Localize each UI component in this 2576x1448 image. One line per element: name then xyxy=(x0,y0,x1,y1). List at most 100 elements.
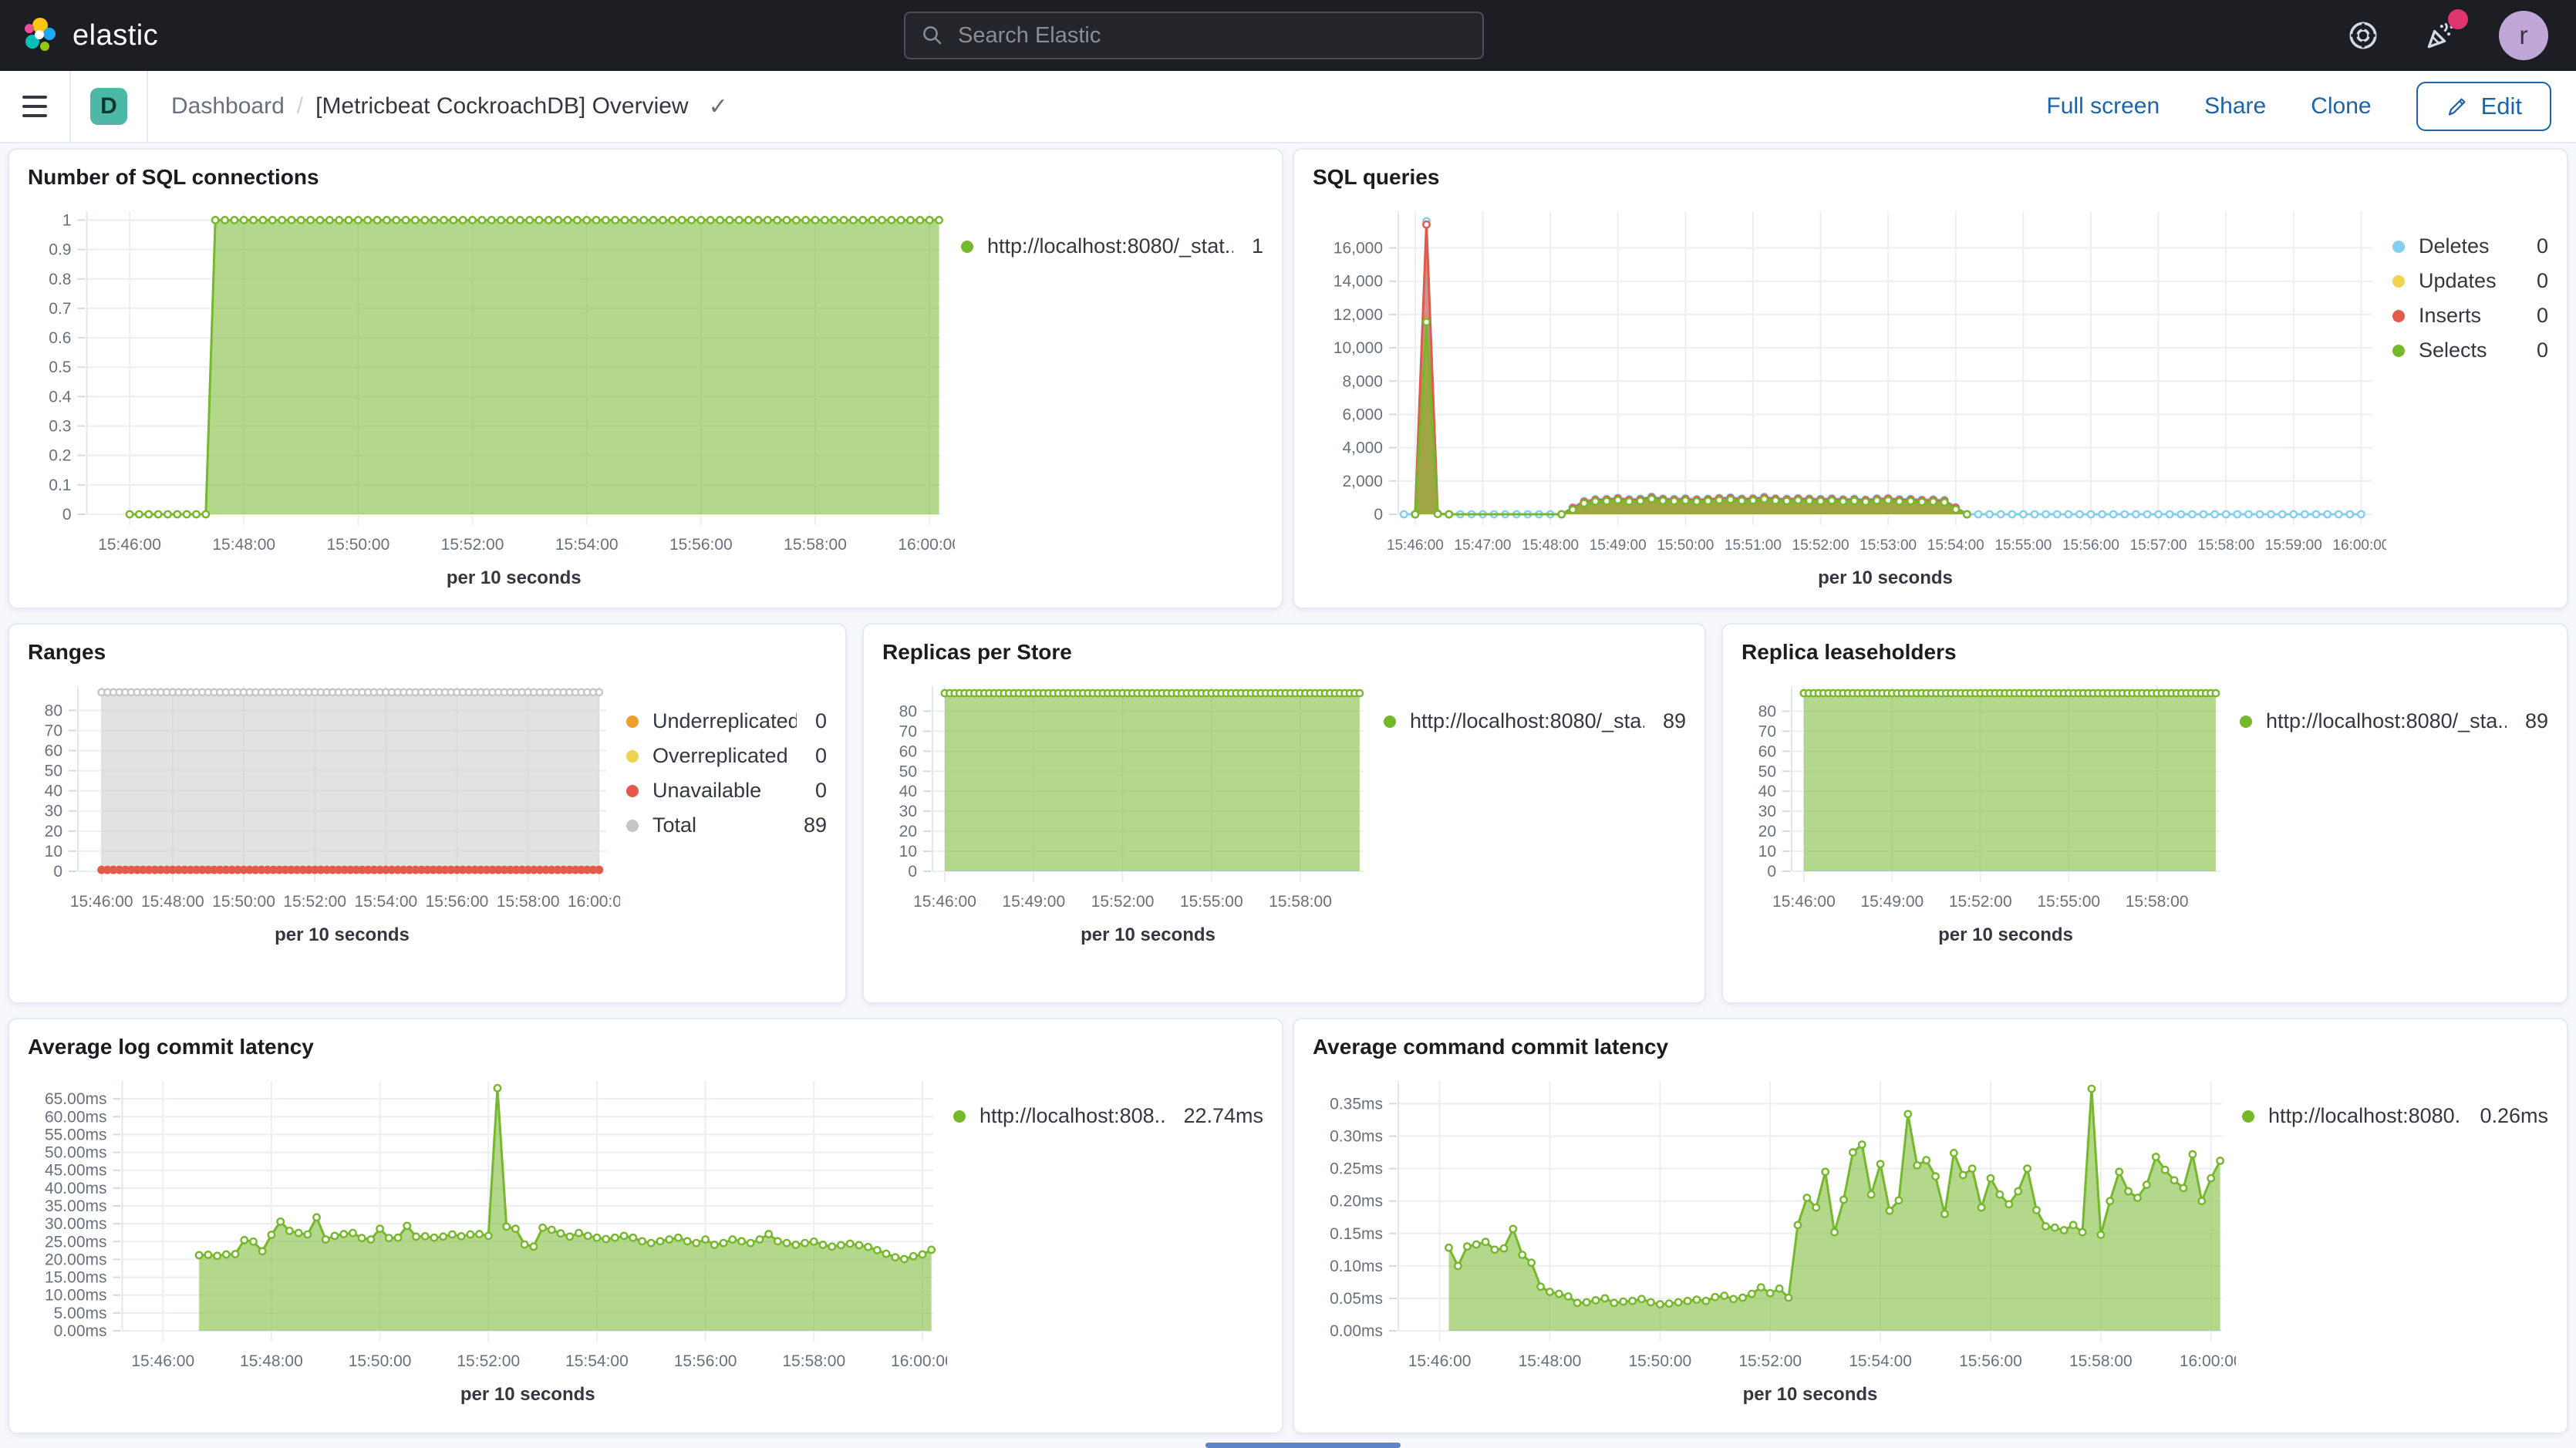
chart-log-commit-latency: 0.00ms5.00ms10.00ms15.00ms20.00ms25.00ms… xyxy=(28,1069,947,1405)
brand-wordmark: elastic xyxy=(72,19,158,52)
legend-item[interactable]: Selects0 xyxy=(2392,338,2548,362)
space-selector[interactable]: D xyxy=(71,70,148,143)
legend-item[interactable]: Deletes0 xyxy=(2392,234,2548,258)
series-color-dot xyxy=(626,820,639,832)
svg-text:20: 20 xyxy=(45,823,62,840)
legend-item[interactable]: http://localhost:8080/_sta...89 xyxy=(2240,709,2548,733)
svg-text:15:46:00: 15:46:00 xyxy=(913,893,976,911)
svg-text:per 10 seconds: per 10 seconds xyxy=(275,924,410,945)
svg-text:25.00ms: 25.00ms xyxy=(45,1233,107,1251)
svg-text:0.6: 0.6 xyxy=(49,329,71,347)
legend-item[interactable]: http://localhost:8080/_sta...89 xyxy=(1384,709,1686,733)
svg-text:15:54:00: 15:54:00 xyxy=(565,1352,629,1370)
legend-label: Unavailable xyxy=(652,779,761,803)
legend-label: Deletes xyxy=(2419,234,2490,258)
svg-text:0.3: 0.3 xyxy=(49,418,71,436)
svg-text:15:46:00: 15:46:00 xyxy=(1772,893,1836,911)
edit-button[interactable]: Edit xyxy=(2416,82,2551,131)
legend-label: Selects xyxy=(2419,338,2487,362)
legend-item[interactable]: http://localhost:808...22.74ms xyxy=(953,1104,1263,1128)
legend-item[interactable]: Inserts0 xyxy=(2392,304,2548,328)
svg-text:50: 50 xyxy=(45,763,62,780)
svg-text:20.00ms: 20.00ms xyxy=(45,1251,107,1268)
newsfeed-icon[interactable] xyxy=(2422,17,2459,54)
menu-icon[interactable] xyxy=(0,70,71,143)
legend-item[interactable]: Underreplicated0 xyxy=(626,709,827,733)
svg-text:15:58:00: 15:58:00 xyxy=(2126,893,2189,911)
svg-text:15:58:00: 15:58:00 xyxy=(2197,537,2254,554)
legend-value: 0 xyxy=(797,709,827,733)
legend-item[interactable]: http://localhost:8080/_stat...1 xyxy=(961,234,1263,258)
svg-text:0: 0 xyxy=(1767,863,1776,881)
legend-value: 0 xyxy=(2518,304,2548,328)
svg-text:15:59:00: 15:59:00 xyxy=(2265,537,2322,554)
svg-text:80: 80 xyxy=(1758,702,1776,720)
svg-text:15:52:00: 15:52:00 xyxy=(441,536,504,554)
svg-text:10.00ms: 10.00ms xyxy=(45,1287,107,1305)
svg-text:per 10 seconds: per 10 seconds xyxy=(1818,567,1953,588)
svg-text:15:52:00: 15:52:00 xyxy=(1738,1352,1802,1370)
user-avatar[interactable]: r xyxy=(2499,11,2548,60)
elastic-logo-icon xyxy=(22,17,59,54)
svg-text:15:49:00: 15:49:00 xyxy=(1860,893,1924,911)
svg-text:15:51:00: 15:51:00 xyxy=(1725,537,1782,554)
svg-text:15:52:00: 15:52:00 xyxy=(1949,893,2012,911)
legend-item[interactable]: Total89 xyxy=(626,813,827,837)
svg-text:16:00:00: 16:00:00 xyxy=(568,893,620,911)
legend-item[interactable]: Updates0 xyxy=(2392,269,2548,293)
svg-text:0.1: 0.1 xyxy=(49,476,71,494)
svg-text:15:49:00: 15:49:00 xyxy=(1002,893,1065,911)
panel-title: Number of SQL connections xyxy=(28,165,1263,190)
svg-text:15:52:00: 15:52:00 xyxy=(457,1352,520,1370)
search-input[interactable] xyxy=(956,22,1467,49)
svg-text:15:56:00: 15:56:00 xyxy=(1959,1352,2022,1370)
legend: http://localhost:8080/_stat...1 xyxy=(955,199,1263,269)
svg-text:10,000: 10,000 xyxy=(1334,339,1383,357)
full-screen-button[interactable]: Full screen xyxy=(2046,93,2160,120)
share-button[interactable]: Share xyxy=(2204,93,2266,120)
svg-text:10: 10 xyxy=(1758,843,1776,860)
svg-text:per 10 seconds: per 10 seconds xyxy=(460,1384,595,1405)
legend-item[interactable]: Unavailable0 xyxy=(626,779,827,803)
breadcrumb: Dashboard / [Metricbeat CockroachDB] Ove… xyxy=(148,93,728,120)
svg-text:60.00ms: 60.00ms xyxy=(45,1108,107,1126)
series-color-dot xyxy=(2392,275,2405,288)
svg-text:15:50:00: 15:50:00 xyxy=(212,893,275,911)
search-icon xyxy=(921,24,944,47)
series-color-dot xyxy=(961,241,973,253)
svg-text:40: 40 xyxy=(899,783,917,800)
svg-text:80: 80 xyxy=(899,702,917,720)
svg-text:12,000: 12,000 xyxy=(1334,306,1383,324)
help-icon[interactable] xyxy=(2345,17,2382,54)
svg-text:50: 50 xyxy=(1758,763,1776,780)
legend-item[interactable]: Overreplicated0 xyxy=(626,744,827,768)
legend: http://localhost:8080...0.26ms xyxy=(2236,1069,2548,1139)
svg-text:15:50:00: 15:50:00 xyxy=(1657,537,1714,554)
horizontal-scrollbar-thumb[interactable] xyxy=(1205,1443,1401,1448)
chart-sql-queries: 02,0004,0006,0008,00010,00012,00014,0001… xyxy=(1313,199,2386,588)
svg-text:55.00ms: 55.00ms xyxy=(45,1126,107,1143)
saved-check-icon[interactable]: ✓ xyxy=(709,93,728,120)
svg-text:14,000: 14,000 xyxy=(1334,273,1383,291)
svg-text:16:00:00: 16:00:00 xyxy=(898,536,955,554)
svg-text:0.25ms: 0.25ms xyxy=(1330,1160,1383,1178)
breadcrumb-dashboard-link[interactable]: Dashboard xyxy=(171,93,285,120)
svg-text:16:00:00: 16:00:00 xyxy=(2180,1352,2236,1370)
svg-text:8,000: 8,000 xyxy=(1342,372,1383,390)
svg-text:15:54:00: 15:54:00 xyxy=(1927,537,1984,554)
clone-button[interactable]: Clone xyxy=(2311,93,2371,120)
svg-text:15:52:00: 15:52:00 xyxy=(283,893,346,911)
space-badge: D xyxy=(90,88,127,125)
elastic-logo[interactable]: elastic xyxy=(0,17,158,54)
legend-value: 89 xyxy=(1644,709,1686,733)
global-search[interactable] xyxy=(904,12,1484,59)
panel-title: Replicas per Store xyxy=(882,640,1686,665)
svg-text:0.15ms: 0.15ms xyxy=(1330,1225,1383,1243)
dashboard-toolbar: D Dashboard / [Metricbeat CockroachDB] O… xyxy=(0,71,2576,143)
svg-text:80: 80 xyxy=(45,702,62,719)
legend-item[interactable]: http://localhost:8080...0.26ms xyxy=(2242,1104,2548,1128)
svg-text:15:48:00: 15:48:00 xyxy=(212,536,275,554)
svg-text:15:54:00: 15:54:00 xyxy=(555,536,619,554)
svg-text:6,000: 6,000 xyxy=(1342,406,1383,423)
breadcrumb-separator: / xyxy=(297,93,303,120)
